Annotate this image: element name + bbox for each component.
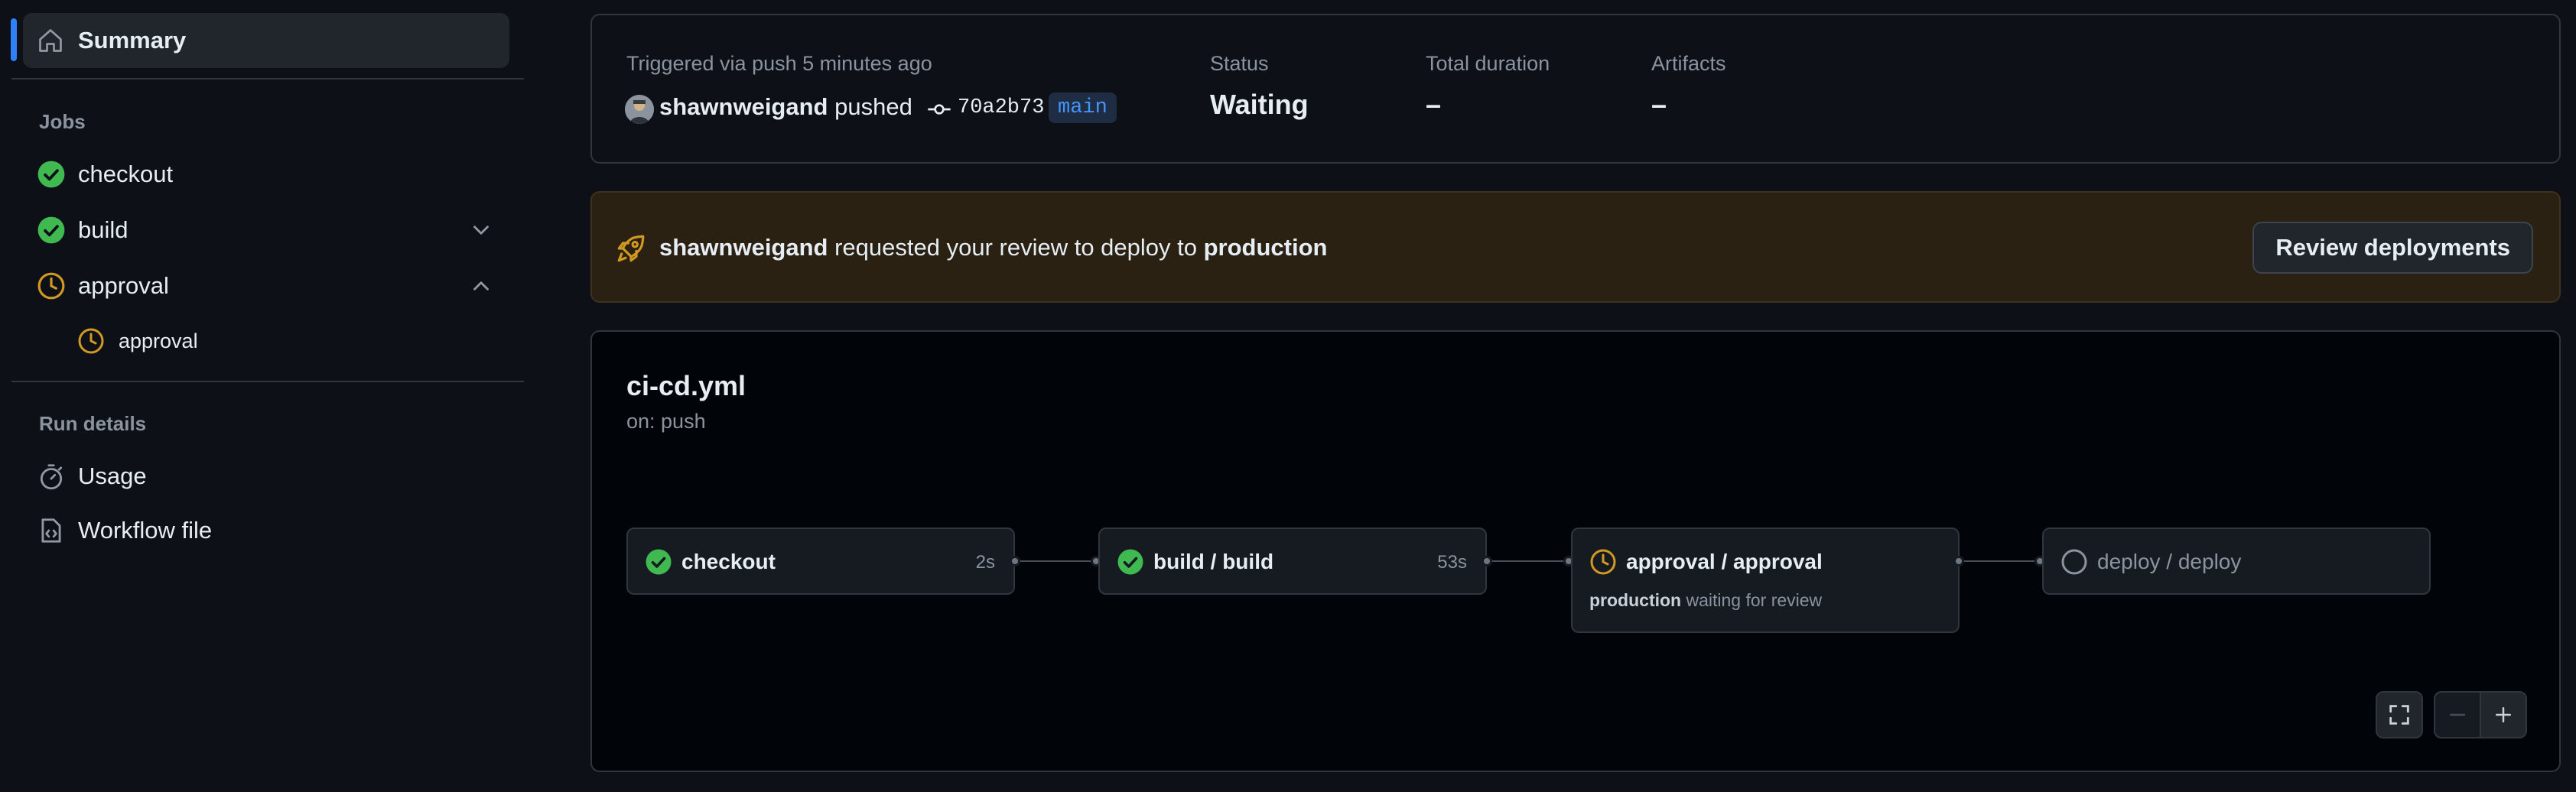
job-node-duration: 53s — [1437, 552, 1467, 573]
node-port — [1010, 556, 1020, 566]
fullscreen-icon — [2389, 705, 2409, 725]
chevron-down-icon[interactable] — [468, 217, 494, 243]
clock-icon — [78, 328, 104, 354]
sidebar-item-workflow-file[interactable]: Workflow file — [23, 507, 509, 554]
minus-icon — [2450, 713, 2465, 716]
sidebar-item-label: build — [78, 216, 128, 243]
status-label: Status — [1210, 52, 1269, 75]
artifacts-value: – — [1651, 89, 1667, 120]
job-node-name: checkout — [681, 550, 776, 573]
sidebar-item-label: checkout — [78, 161, 174, 187]
zoom-out-button[interactable] — [2434, 691, 2481, 738]
job-node-approval[interactable]: approval / approval production waiting f… — [1571, 527, 1960, 633]
review-message: shawnweigand requested your review to de… — [659, 234, 1327, 261]
actor-name[interactable]: shawnweigand — [659, 93, 828, 120]
review-actor[interactable]: shawnweigand — [659, 234, 828, 261]
sidebar-item-summary[interactable]: Summary — [23, 13, 509, 68]
run-info-panel: Triggered via push 5 minutes ago shawnwe… — [590, 14, 2561, 164]
commit-icon — [928, 104, 951, 115]
branch-badge[interactable]: main — [1049, 93, 1117, 123]
node-port — [1482, 556, 1492, 566]
jobs-heading: Jobs — [39, 110, 86, 133]
stopwatch-icon — [40, 464, 63, 490]
graph-connector — [1492, 560, 1569, 562]
job-node-name: deploy / deploy — [2097, 550, 2242, 573]
commit-sha-link[interactable]: 70a2b73 — [958, 96, 1044, 119]
sidebar-item-label: Workflow file — [78, 517, 213, 544]
sidebar-job-checkout[interactable]: checkout — [23, 151, 509, 198]
divider — [11, 381, 524, 382]
rocket-icon — [617, 235, 645, 262]
sidebar-job-approval[interactable]: approval — [23, 262, 509, 310]
job-node-note: production waiting for review — [1589, 590, 1822, 611]
node-port — [1953, 556, 1964, 566]
clock-icon — [1590, 549, 1616, 575]
sidebar-job-build[interactable]: build — [23, 206, 509, 254]
sidebar-item-label: Summary — [78, 27, 187, 54]
review-banner: shawnweigand requested your review to de… — [590, 191, 2561, 303]
check-circle-icon — [646, 549, 672, 575]
workflow-trigger: on: push — [626, 410, 706, 433]
sidebar-step-label: approval — [119, 329, 198, 352]
status-value: Waiting — [1210, 89, 1309, 120]
zoom-in-button[interactable] — [2480, 691, 2527, 738]
artifacts-label: Artifacts — [1651, 52, 1726, 75]
actor-line: shawnweigand pushed — [659, 93, 912, 121]
file-code-icon — [41, 518, 61, 543]
actor-action: pushed — [834, 93, 912, 120]
avatar-image — [625, 95, 654, 124]
job-node-checkout[interactable]: checkout 2s — [626, 527, 1015, 595]
note-text: waiting for review — [1681, 590, 1823, 610]
trigger-text: Triggered via push 5 minutes ago — [626, 52, 932, 75]
active-indicator — [11, 18, 17, 61]
clock-icon — [37, 272, 65, 300]
job-node-build[interactable]: build / build 53s — [1098, 527, 1487, 595]
pending-circle-icon — [2061, 549, 2087, 575]
sidebar-item-usage[interactable]: Usage — [23, 453, 509, 500]
check-circle-icon — [37, 216, 65, 244]
check-circle-icon — [37, 161, 65, 188]
sidebar-item-label: Usage — [78, 463, 147, 489]
fullscreen-button[interactable] — [2376, 691, 2423, 738]
plus-icon — [2496, 707, 2511, 722]
sidebar: Summary Jobs checkout build approval app… — [0, 0, 535, 792]
job-node-duration: 2s — [975, 552, 995, 573]
duration-value: – — [1426, 89, 1442, 120]
graph-connector — [1020, 560, 1097, 562]
workflow-graph-panel: ci-cd.yml on: push checkout 2s build / b… — [590, 330, 2561, 772]
job-node-name: approval / approval — [1626, 550, 1823, 573]
check-circle-icon — [1117, 549, 1143, 575]
sidebar-item-label: approval — [78, 272, 169, 299]
review-message-text: requested your review to deploy to — [828, 234, 1204, 261]
sidebar-step-approval[interactable]: approval — [73, 320, 509, 362]
workflow-file-title[interactable]: ci-cd.yml — [626, 370, 746, 402]
home-icon — [39, 29, 62, 52]
job-node-deploy[interactable]: deploy / deploy — [2042, 527, 2431, 595]
job-node-name: build / build — [1153, 550, 1274, 573]
chevron-up-icon[interactable] — [468, 273, 494, 299]
divider — [11, 78, 524, 80]
graph-connector — [1964, 560, 2041, 562]
review-environment: production — [1203, 234, 1328, 261]
review-deployments-button[interactable]: Review deployments — [2252, 222, 2533, 274]
note-environment: production — [1589, 590, 1682, 610]
duration-label: Total duration — [1426, 52, 1550, 75]
run-details-heading: Run details — [39, 412, 147, 435]
avatar[interactable] — [625, 95, 654, 124]
